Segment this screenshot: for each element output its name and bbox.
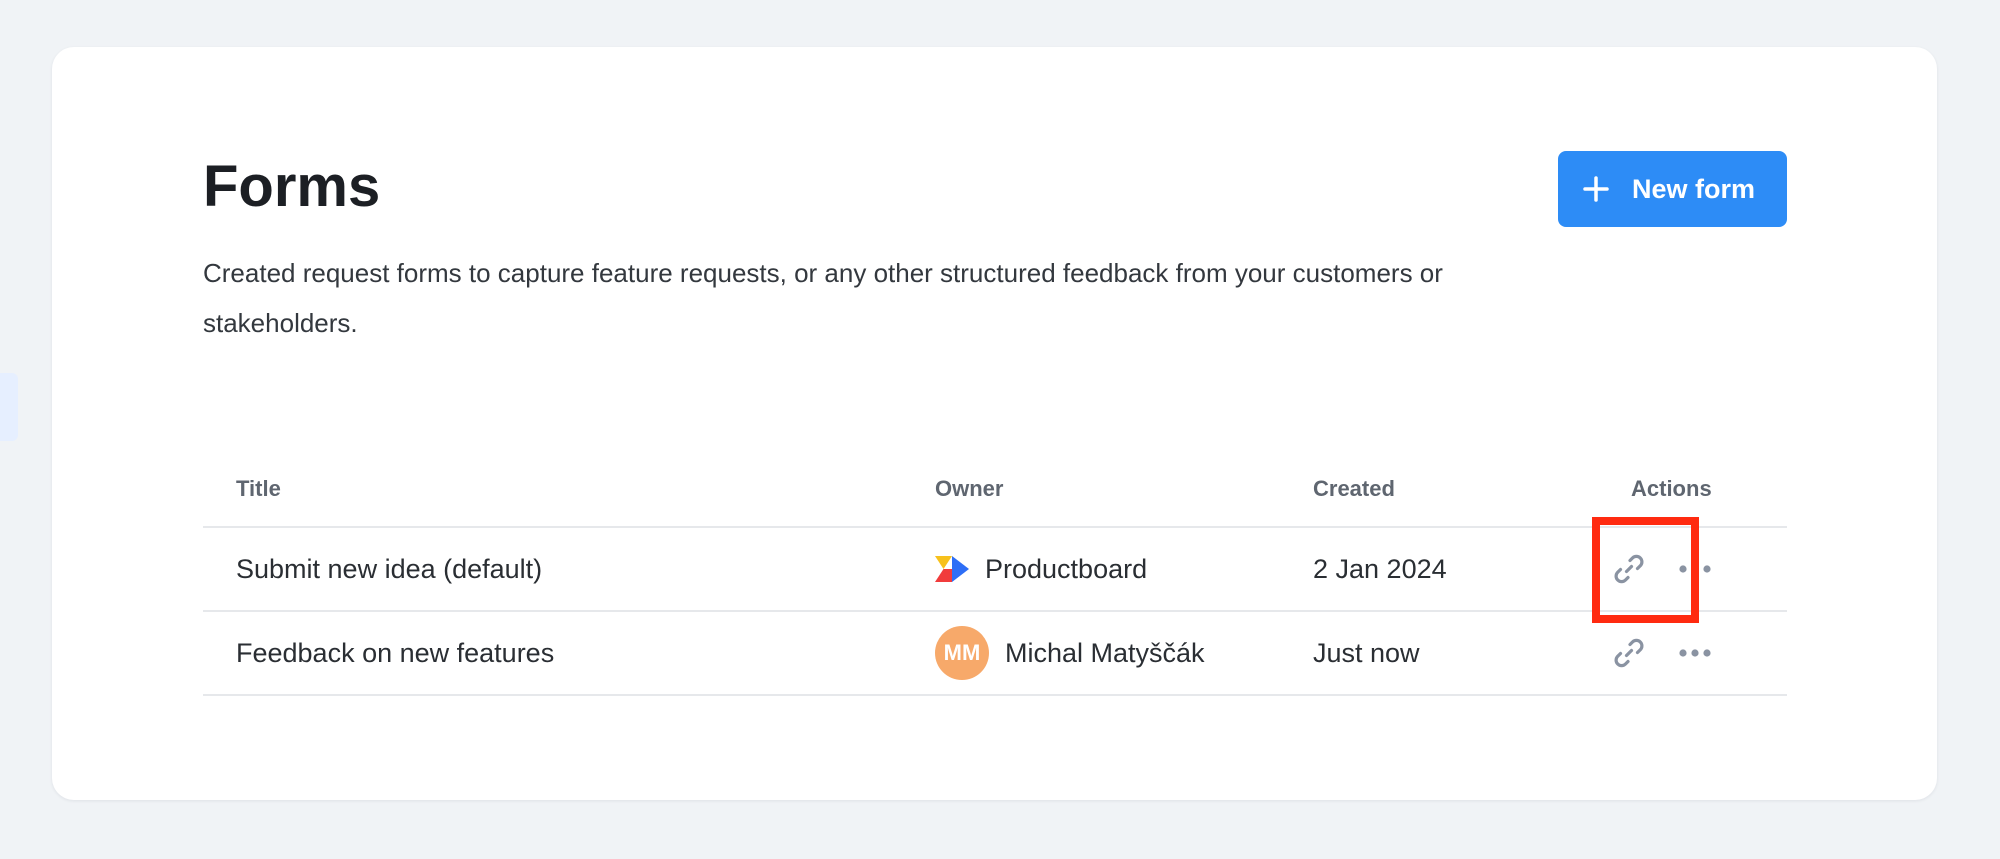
row-created: Just now <box>1313 637 1420 668</box>
row-owner: Productboard <box>935 528 1147 610</box>
table-row[interactable]: Feedback on new features MM Michal Matyš… <box>203 612 1787 696</box>
new-form-button[interactable]: New form <box>1558 151 1787 227</box>
forms-table: Title Owner Created Actions Submit new i… <box>203 450 1787 696</box>
copy-link-button[interactable] <box>1607 631 1651 675</box>
row-created: 2 Jan 2024 <box>1313 553 1447 584</box>
row-owner: MM Michal Matyščák <box>935 612 1205 694</box>
column-header-owner: Owner <box>935 476 1004 501</box>
avatar: MM <box>935 626 989 680</box>
more-icon <box>1679 649 1711 657</box>
plus-icon <box>1583 176 1609 202</box>
owner-name: Productboard <box>985 553 1148 584</box>
column-header-actions: Actions <box>1631 476 1712 501</box>
productboard-logo-icon <box>935 556 969 582</box>
owner-name: Michal Matyščák <box>1005 637 1205 668</box>
column-header-created: Created <box>1313 476 1395 501</box>
sidebar-edge-tab[interactable] <box>0 373 18 441</box>
more-actions-button[interactable] <box>1673 547 1717 591</box>
page-description: Created request forms to capture feature… <box>203 258 1443 338</box>
copy-link-button[interactable] <box>1607 547 1651 591</box>
row-title[interactable]: Feedback on new features <box>236 612 554 694</box>
table-row[interactable]: Submit new idea (default) Productboard 2… <box>203 528 1787 612</box>
row-title[interactable]: Submit new idea (default) <box>236 528 542 610</box>
link-icon <box>1614 554 1644 584</box>
more-actions-button[interactable] <box>1673 631 1717 675</box>
column-header-title: Title <box>236 476 281 501</box>
new-form-button-label: New form <box>1632 173 1756 204</box>
link-icon <box>1614 638 1644 668</box>
more-icon <box>1679 565 1711 573</box>
page-title: Forms <box>203 154 381 219</box>
table-header: Title Owner Created Actions <box>203 450 1787 528</box>
